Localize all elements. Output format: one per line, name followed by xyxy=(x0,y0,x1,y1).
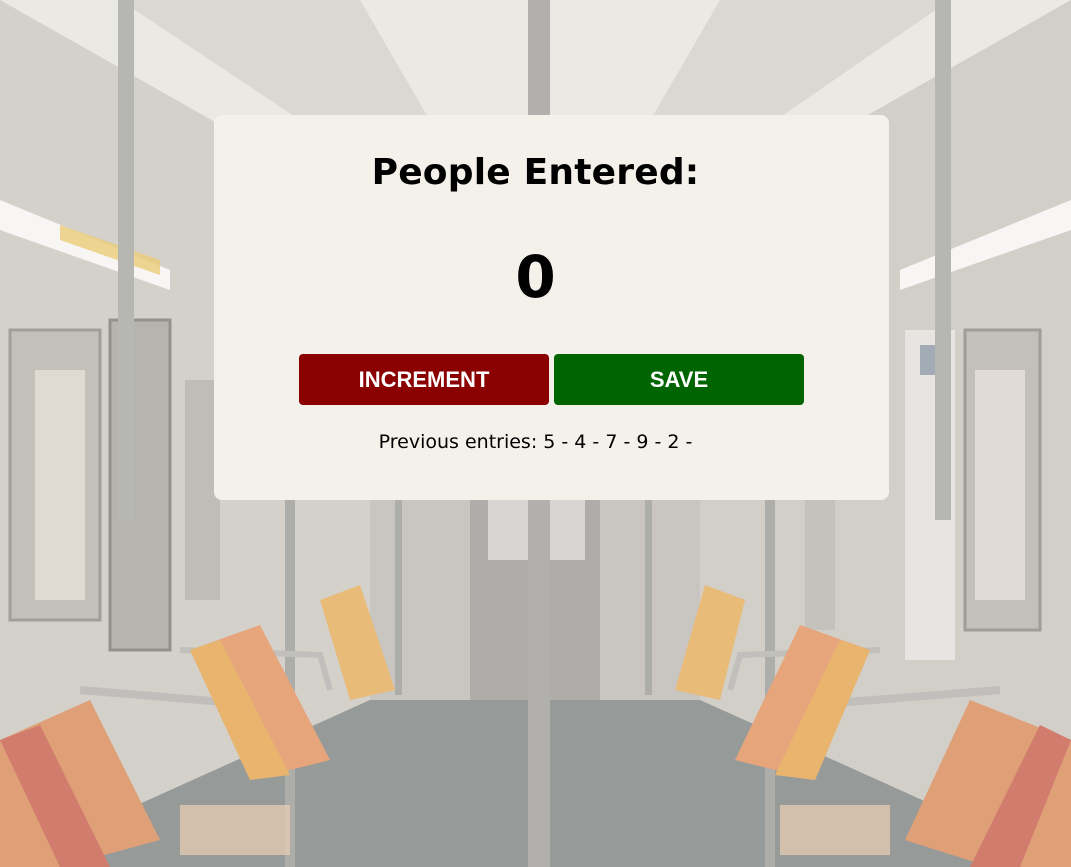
previous-entries-text: Previous entries: 5 - 4 - 7 - 9 - 2 - xyxy=(378,431,693,453)
page-title: People Entered: xyxy=(371,152,700,193)
increment-button[interactable]: INCREMENT xyxy=(299,354,549,405)
count-display: 0 xyxy=(515,243,556,311)
save-button[interactable]: SAVE xyxy=(554,354,804,405)
